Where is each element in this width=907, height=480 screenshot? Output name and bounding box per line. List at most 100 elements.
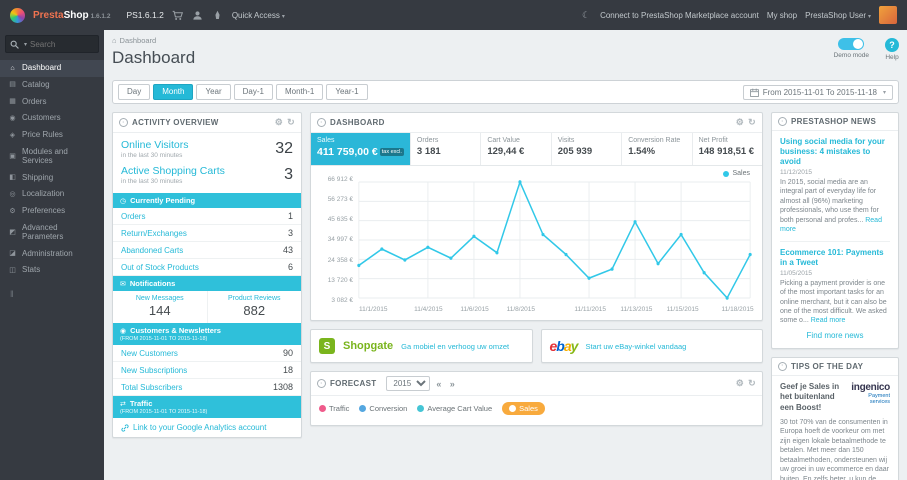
forecast-settings-icon[interactable]: ⚙ — [736, 378, 744, 389]
prestashop-logo[interactable] — [10, 7, 25, 23]
filter-year-button[interactable]: Year — [196, 84, 231, 100]
breadcrumb[interactable]: ⌂ Dashboard — [112, 36, 195, 45]
marketplace-icon[interactable]: ☾ — [580, 9, 592, 21]
sidebar-item-modules[interactable]: ▣ Modules and Services — [0, 144, 104, 170]
filter-year-1-button[interactable]: Year-1 — [326, 84, 368, 100]
filter-month-1-button[interactable]: Month-1 — [275, 84, 324, 100]
connect-marketplace-link[interactable]: Connect to PrestaShop Marketplace accoun… — [600, 11, 759, 20]
news-item-title[interactable]: Ecommerce 101: Payments in a Tweet — [780, 248, 890, 268]
product-reviews-link[interactable]: Product Reviews 882 — [206, 291, 302, 323]
row-value: 43 — [282, 245, 293, 255]
read-more-link[interactable]: Read more — [811, 317, 846, 324]
sidebar-item-localization[interactable]: ◎ Localization — [0, 186, 104, 203]
shop-name-link[interactable]: PS1.6.1.2 — [126, 10, 163, 20]
sidebar-item-price-rules[interactable]: ◈ Price Rules — [0, 127, 104, 144]
date-range-picker[interactable]: From 2015-11-01 To 2015-11-18 ▾ — [742, 84, 893, 100]
filter-month-button[interactable]: Month — [153, 84, 194, 100]
pending-row-out-of-stock[interactable]: Out of Stock Products 6 — [113, 259, 301, 276]
help-icon[interactable]: ? — [885, 38, 899, 52]
sidebar-item-dashboard[interactable]: ⌂ Dashboard — [0, 60, 104, 77]
sidebar-item-stats[interactable]: ◫ Stats — [0, 262, 104, 279]
x-tick-label: 11/11/2015 — [574, 306, 606, 313]
sidebar-item-customers[interactable]: ◉ Customers — [0, 110, 104, 127]
ebay-promo[interactable]: ebay Start uw eBay-winkel vandaag — [540, 329, 763, 363]
sidebar-item-preferences[interactable]: ⚙ Preferences — [0, 203, 104, 220]
sidebar-item-label: Catalog — [22, 79, 50, 89]
row-label: Total Subscribers — [121, 382, 183, 392]
new-messages-link[interactable]: New Messages 144 — [113, 291, 207, 323]
kpi-conversion-rate[interactable]: Conversion Rate 1.54% — [622, 133, 693, 165]
kpi-value: 205 939 — [557, 146, 593, 157]
dashboard-refresh-icon[interactable]: ↻ — [748, 117, 756, 128]
tips-of-the-day-panel: · TIPS OF THE DAY Geef je Sales in het b… — [771, 356, 899, 480]
ebay-logo-icon: ebay — [549, 338, 579, 354]
kpi-value: 148 918,51 € — [698, 146, 755, 157]
forecast-legend-traffic[interactable]: Traffic — [319, 404, 349, 413]
dashboard-settings-icon[interactable]: ⚙ — [736, 117, 744, 128]
active-carts-link[interactable]: Active Shopping Carts — [121, 165, 225, 177]
kpi-cart-value[interactable]: Cart Value 129,44 € — [481, 133, 552, 165]
forecast-legend-conversion[interactable]: Conversion — [359, 404, 407, 413]
forecast-year-select[interactable]: 2015 — [386, 376, 431, 391]
demo-mode-toggle[interactable] — [838, 38, 865, 50]
x-axis: 11/1/2015 11/4/2015 11/6/2015 11/8/2015 11/1… — [359, 306, 754, 318]
home-icon: ⌂ — [112, 36, 117, 45]
online-visitors-link[interactable]: Online Visitors — [121, 139, 189, 151]
customers-row-new-customers[interactable]: New Customers 90 — [113, 345, 301, 362]
sidebar-collapse-icon[interactable]: ‖ — [0, 289, 104, 299]
pending-row-abandoned-carts[interactable]: Abandoned Carts 43 — [113, 242, 301, 259]
kpi-net-profit[interactable]: Net Profit 148 918,51 € — [693, 133, 762, 165]
forecast-legend-average-cart-value[interactable]: Average Cart Value — [417, 404, 492, 413]
sidebar-item-administration[interactable]: ◪ Administration — [0, 246, 104, 263]
forecast-refresh-icon[interactable]: ↻ — [748, 378, 756, 389]
profile-icon[interactable] — [192, 9, 204, 21]
customers-row-total-subscribers[interactable]: Total Subscribers 1308 — [113, 379, 301, 396]
news-item-title[interactable]: Using social media for your business: 4 … — [780, 137, 890, 167]
find-more-news-link[interactable]: Find more news — [780, 326, 890, 342]
kpi-orders[interactable]: Orders 3 181 — [411, 133, 482, 165]
ebay-promo-link[interactable]: Start uw eBay-winkel vandaag — [585, 342, 686, 351]
legend-label: Average Cart Value — [427, 404, 493, 413]
search-scope-caret-icon[interactable]: ▾ — [24, 41, 27, 48]
user-avatar[interactable] — [879, 6, 897, 24]
customers-row-new-subscriptions[interactable]: New Subscriptions 18 — [113, 362, 301, 379]
brand-name[interactable]: PrestaShop 1.6.1.2 — [33, 10, 110, 21]
sidebar-item-catalog[interactable]: ▤ Catalog — [0, 77, 104, 94]
pending-row-returns[interactable]: Return/Exchanges 3 — [113, 225, 301, 242]
google-analytics-link[interactable]: Link to your Google Analytics account — [113, 418, 301, 437]
right-column: · PRESTASHOP NEWS Using social media for… — [771, 112, 899, 480]
pending-row-orders[interactable]: Orders 1 — [113, 208, 301, 225]
cart-icon[interactable] — [172, 9, 184, 21]
data-point — [357, 263, 361, 268]
sidebar-item-label: Advanced Parameters — [22, 222, 64, 241]
average-cart-value-dot-icon — [417, 405, 425, 412]
sidebar-search[interactable]: ▾ — [5, 35, 99, 53]
sidebar-item-shipping[interactable]: ◧ Shipping — [0, 170, 104, 187]
my-shop-link[interactable]: My shop — [767, 11, 797, 20]
filter-day-button[interactable]: Day — [118, 84, 151, 100]
sidebar-item-orders[interactable]: ▦ Orders — [0, 94, 104, 111]
search-input[interactable] — [30, 39, 94, 49]
shopgate-promo-link[interactable]: Ga mobiel en verhoog uw omzet — [401, 342, 509, 351]
activity-refresh-icon[interactable]: ↻ — [287, 117, 295, 128]
notif-value: 144 — [148, 303, 171, 318]
sidebar-item-label: Stats — [22, 265, 41, 275]
sidebar-item-advanced-parameters[interactable]: ◩ Advanced Parameters — [0, 220, 104, 246]
quick-access-menu[interactable]: Quick Access ▾ — [232, 11, 285, 20]
brand-part2: Shop — [63, 9, 89, 21]
forecast-prev-icon[interactable]: « — [434, 379, 443, 389]
activity-settings-icon[interactable]: ⚙ — [275, 117, 283, 128]
user-menu[interactable]: PrestaShop User ▾ — [805, 11, 871, 20]
shopgate-promo[interactable]: S Shopgate Ga mobiel en verhoog uw omzet — [310, 329, 533, 363]
forecast-panel-title: FORECAST — [330, 379, 377, 388]
kpi-sales[interactable]: Sales 411 759,00 € tax excl. — [311, 133, 411, 165]
sidebar-item-label: Preferences — [22, 206, 66, 216]
kpi-visits[interactable]: Visits 205 939 — [552, 133, 623, 165]
rocket-icon[interactable] — [212, 9, 224, 21]
sidebar-item-label: Dashboard — [22, 63, 62, 72]
forecast-legend-sales[interactable]: Sales — [502, 402, 545, 415]
chart-legend[interactable]: Sales — [723, 170, 750, 177]
x-tick-label: 11/18/2015 — [721, 306, 754, 313]
filter-day-1-button[interactable]: Day-1 — [233, 84, 273, 100]
forecast-next-icon[interactable]: » — [448, 379, 457, 389]
